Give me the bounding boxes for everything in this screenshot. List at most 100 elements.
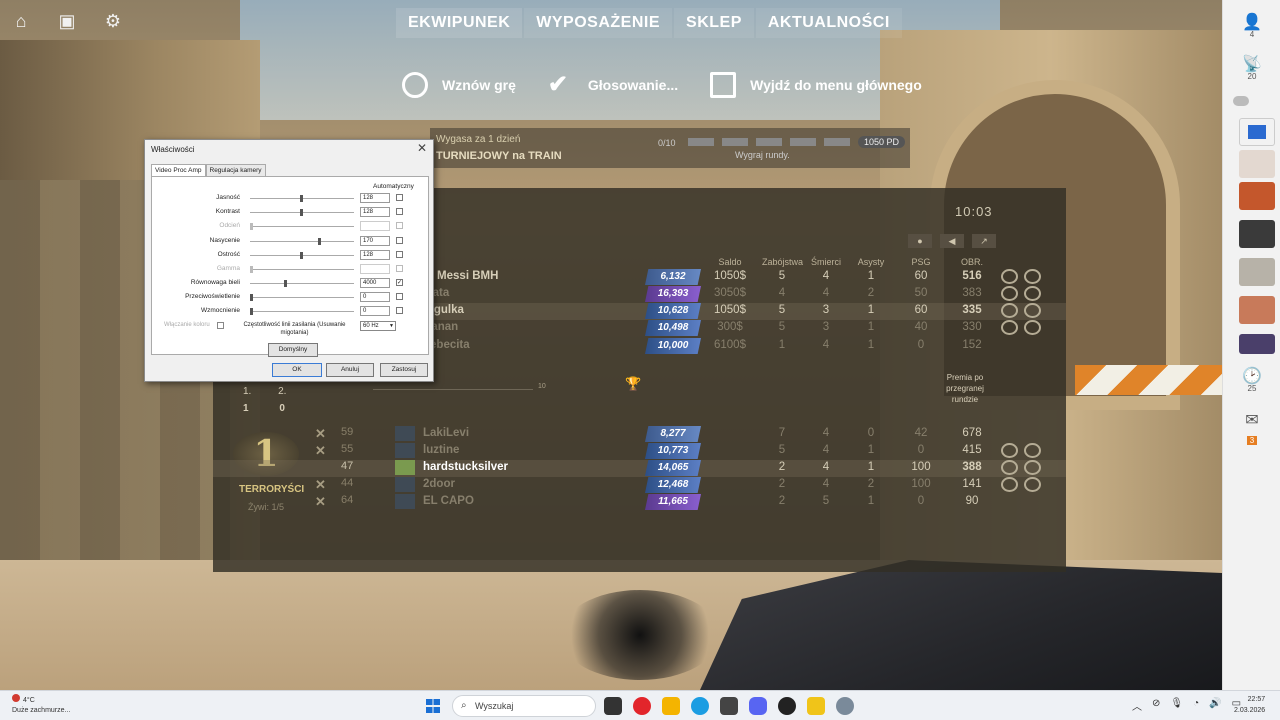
friend-avatar[interactable] xyxy=(1239,220,1275,248)
friend-avatar[interactable] xyxy=(1239,150,1275,178)
taskbar-clock[interactable]: 22:57 2.03.2026 xyxy=(1234,694,1265,716)
slider-knob[interactable] xyxy=(284,280,287,287)
auto-checkbox[interactable] xyxy=(396,293,403,300)
commend-icon[interactable] xyxy=(1001,320,1018,335)
vote-button[interactable]: ✔ Głosowanie... xyxy=(548,72,678,98)
profile-icon[interactable] xyxy=(1024,303,1041,318)
color-enable-checkbox[interactable] xyxy=(217,322,224,329)
table-row[interactable]: ✕ 59 LakiLevi 8,277 7 4 0 42 678 xyxy=(213,426,1066,443)
wifi-icon[interactable]: ◔ xyxy=(1193,698,1199,713)
freq-select[interactable]: 60 Hz ▼ xyxy=(360,321,396,331)
friend-avatar[interactable] xyxy=(1239,182,1275,210)
prop-value[interactable]: 170 xyxy=(360,236,390,246)
speaker-icon[interactable]: ◀ xyxy=(940,234,964,248)
profile-icon[interactable] xyxy=(1024,443,1041,458)
person-icon[interactable]: ● xyxy=(908,234,932,248)
slider-knob[interactable] xyxy=(318,238,321,245)
profile-icon[interactable] xyxy=(1024,286,1041,301)
cell-damage: 516 xyxy=(962,270,982,282)
table-row[interactable]: ✕ 47 hardstucksilver 14,065 2 4 1 100 38… xyxy=(213,460,1066,477)
friends-button[interactable]: 👤 4 xyxy=(1223,12,1280,39)
commend-icon[interactable] xyxy=(1001,477,1018,492)
prop-value[interactable]: 128 xyxy=(360,250,390,260)
prop-value[interactable]: 128 xyxy=(360,207,390,217)
prop-slider[interactable] xyxy=(250,238,354,245)
folder-icon[interactable] xyxy=(662,697,680,715)
prop-slider[interactable] xyxy=(250,195,354,202)
tab-loadout[interactable]: WYPOSAŻENIE xyxy=(524,8,673,38)
windows-start-icon[interactable] xyxy=(426,699,440,713)
prop-slider[interactable] xyxy=(250,294,354,301)
exit-button[interactable]: Wyjdź do menu głównego xyxy=(710,72,922,98)
tv-icon[interactable]: ▣ xyxy=(56,10,78,32)
tab-inventory[interactable]: EKWIPUNEK xyxy=(396,8,523,38)
edge-icon[interactable] xyxy=(691,697,709,715)
profile-icon[interactable] xyxy=(1024,269,1041,284)
slider-knob[interactable] xyxy=(300,195,303,202)
table-row[interactable]: ✕ 55 luztine 10,773 5 4 1 0 415 xyxy=(213,443,1066,460)
opera-icon[interactable] xyxy=(633,697,651,715)
commend-icon[interactable] xyxy=(1001,460,1018,475)
obs-icon[interactable] xyxy=(778,697,796,715)
auto-checkbox[interactable] xyxy=(396,307,403,314)
volume-icon[interactable]: 🔊 xyxy=(1209,698,1221,713)
prop-slider[interactable] xyxy=(250,308,354,315)
prop-value[interactable]: 128 xyxy=(360,193,390,203)
tab-video-proc-amp[interactable]: Video Proc Amp xyxy=(151,164,206,176)
tab-news[interactable]: AKTUALNOŚCI xyxy=(755,8,902,38)
search-input[interactable]: ⌕ Wyszukaj xyxy=(452,695,596,717)
slider-knob[interactable] xyxy=(300,209,303,216)
auto-checkbox[interactable] xyxy=(396,208,403,215)
chart-icon[interactable]: ↗ xyxy=(972,234,996,248)
prop-slider[interactable] xyxy=(250,252,354,259)
toggle-switch[interactable] xyxy=(1233,96,1249,106)
taskview-icon[interactable] xyxy=(604,697,622,715)
default-button[interactable]: Domyślny xyxy=(268,343,318,357)
slider-knob[interactable] xyxy=(250,308,253,315)
auto-checkbox[interactable] xyxy=(396,237,403,244)
settings-icon[interactable] xyxy=(836,697,854,715)
game-icon[interactable] xyxy=(807,697,825,715)
friend-avatar[interactable] xyxy=(1239,118,1275,146)
tab-shop[interactable]: SKLEP xyxy=(674,8,754,38)
discord-icon[interactable] xyxy=(749,697,767,715)
profile-icon[interactable] xyxy=(1024,320,1041,335)
prop-value[interactable]: 0 xyxy=(360,306,390,316)
profile-icon[interactable] xyxy=(1024,477,1041,492)
weather-widget[interactable]: 4°C Duże zachmurze... xyxy=(12,694,70,716)
slider-knob[interactable] xyxy=(250,294,253,301)
ok-button[interactable]: OK xyxy=(272,363,322,377)
cancel-button[interactable]: Anuluj xyxy=(326,363,374,377)
resume-button[interactable]: Wznów grę xyxy=(402,72,516,98)
mic-icon[interactable]: 🎙 xyxy=(1170,698,1183,713)
table-row[interactable]: ✕ 44 2door 12,468 2 4 2 100 141 xyxy=(213,477,1066,494)
apply-button[interactable]: Zastosuj xyxy=(380,363,428,377)
slider-knob[interactable] xyxy=(300,252,303,259)
app-icon[interactable] xyxy=(720,697,738,715)
commend-icon[interactable] xyxy=(1001,303,1018,318)
prop-value[interactable]: 4000 xyxy=(360,278,390,288)
tab-camera-control[interactable]: Regulacja kamery xyxy=(205,164,266,176)
table-row[interactable]: ✕ 64 EL CAPO 11,665 2 5 1 0 90 xyxy=(213,494,1066,511)
profile-icon[interactable] xyxy=(1024,460,1041,475)
friend-avatar[interactable] xyxy=(1239,296,1275,324)
auto-checkbox[interactable] xyxy=(396,251,403,258)
close-icon[interactable]: ✕ xyxy=(417,141,427,155)
mail-button[interactable]: ✉ 3 xyxy=(1223,410,1280,448)
prop-slider[interactable] xyxy=(250,280,354,287)
auto-checkbox[interactable]: ✓ xyxy=(396,279,403,286)
chevron-up-icon[interactable]: ︿ xyxy=(1132,698,1142,713)
home-icon[interactable]: ⌂ xyxy=(10,10,32,32)
commend-icon[interactable] xyxy=(1001,269,1018,284)
friend-avatar[interactable] xyxy=(1239,258,1275,286)
prop-value[interactable]: 0 xyxy=(360,292,390,302)
gear-icon[interactable]: ⚙ xyxy=(102,10,124,32)
live-button[interactable]: 📡 20 xyxy=(1223,54,1280,81)
friend-avatar[interactable] xyxy=(1239,334,1275,354)
history-button[interactable]: 🕑 25 xyxy=(1223,366,1280,393)
network-icon[interactable]: ⊘ xyxy=(1152,698,1160,713)
commend-icon[interactable] xyxy=(1001,443,1018,458)
auto-checkbox[interactable] xyxy=(396,194,403,201)
commend-icon[interactable] xyxy=(1001,286,1018,301)
prop-slider[interactable] xyxy=(250,209,354,216)
